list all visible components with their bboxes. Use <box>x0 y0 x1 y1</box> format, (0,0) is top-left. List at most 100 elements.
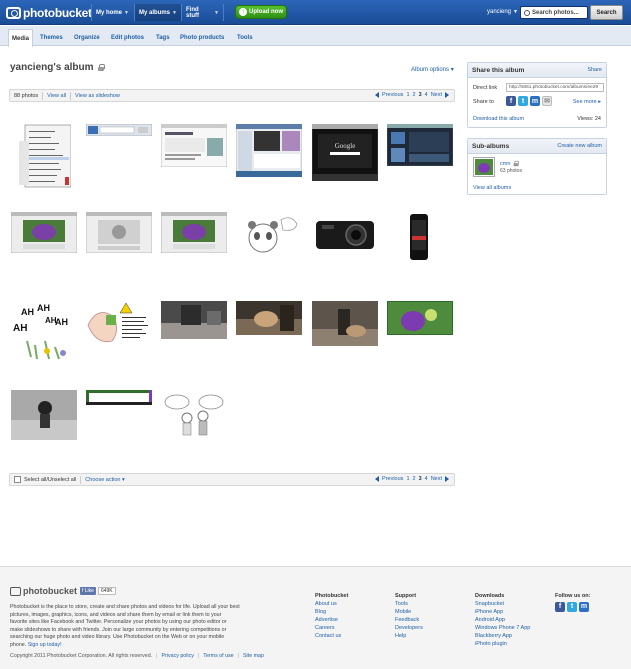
footer-link[interactable]: About us <box>315 600 348 608</box>
page-1-link[interactable]: 1 <box>406 476 409 482</box>
next-link[interactable]: Next <box>431 476 442 482</box>
view-all-albums-link[interactable]: View all albums <box>473 185 511 191</box>
tab-tools[interactable]: Tools <box>234 30 256 46</box>
caret-down-icon[interactable]: ▼ <box>172 10 177 16</box>
previous-arrow-icon[interactable] <box>375 476 380 482</box>
view-slideshow-link[interactable]: View as slideshow <box>75 93 120 99</box>
choose-action-menu[interactable]: Choose action ▾ <box>85 477 124 483</box>
previous-link[interactable]: Previous <box>382 92 403 98</box>
page-4-link[interactable]: 4 <box>425 92 428 98</box>
photo-thumbnail[interactable] <box>161 301 227 339</box>
photo-thumbnail[interactable] <box>161 212 227 253</box>
footer-link[interactable]: Windows Phone 7 App <box>475 624 530 632</box>
footer-link[interactable]: Tools <box>395 600 423 608</box>
direct-link-field[interactable]: http://s861.photobucket.com/albums/ee29 <box>506 83 604 92</box>
previous-arrow-icon[interactable] <box>375 92 380 98</box>
footer-link[interactable]: Mobile <box>395 608 423 616</box>
email-icon[interactable]: ✉ <box>542 96 552 106</box>
footer-link[interactable]: Android App <box>475 616 530 624</box>
photo-thumbnail[interactable] <box>86 212 152 253</box>
sub-album-thumbnail[interactable] <box>473 157 495 177</box>
caret-down-icon[interactable]: ▼ <box>124 10 129 16</box>
footer-logo[interactable]: photobucket <box>10 586 77 596</box>
photo-thumbnail[interactable] <box>312 215 376 253</box>
twitter-icon[interactable]: t <box>567 602 577 612</box>
photo-thumbnail[interactable] <box>11 212 77 253</box>
facebook-icon[interactable]: f <box>506 96 516 106</box>
create-album-link[interactable]: Create new album <box>557 143 602 149</box>
album-options-menu[interactable]: Album options ▾ <box>411 66 454 73</box>
share-link[interactable]: Share <box>587 67 602 73</box>
footer-link[interactable]: Help <box>395 632 423 640</box>
myspace-icon[interactable]: m <box>579 602 589 612</box>
photo-thumbnail[interactable] <box>236 301 302 335</box>
twitter-icon[interactable]: t <box>518 96 528 106</box>
unselect-all-label[interactable]: Unselect all <box>48 477 76 483</box>
tab-photo-products[interactable]: Photo products <box>177 30 227 46</box>
facebook-like-widget[interactable]: f Like 649K <box>80 587 116 595</box>
footer-link[interactable]: Advertise <box>315 616 348 624</box>
footer-link[interactable]: Developers <box>395 624 423 632</box>
tab-tags[interactable]: Tags <box>153 30 173 46</box>
photobucket-logo[interactable]: photobucket <box>6 5 92 20</box>
site-map-link[interactable]: Site map <box>243 653 264 659</box>
next-link[interactable]: Next <box>431 92 442 98</box>
photo-thumbnail[interactable]: Google <box>312 124 378 181</box>
photo-thumbnail[interactable] <box>86 124 152 136</box>
nav-my-home[interactable]: My home ▼ <box>91 4 134 21</box>
search-input[interactable]: Search photos... <box>520 6 588 19</box>
footer-link[interactable]: Feedback <box>395 616 423 624</box>
photo-thumbnail[interactable] <box>387 301 453 335</box>
user-menu[interactable]: yancieng ▼ <box>487 9 518 15</box>
facebook-icon[interactable]: f <box>555 602 565 612</box>
page-4-link[interactable]: 4 <box>425 476 428 482</box>
see-more-link[interactable]: See more ▸ <box>573 99 601 105</box>
photo-thumbnail[interactable] <box>11 390 77 440</box>
search-button[interactable]: Search <box>590 5 623 20</box>
page-2-link[interactable]: 2 <box>413 476 416 482</box>
footer-link[interactable]: iPhone App <box>475 608 530 616</box>
thumbnail-image <box>237 212 301 260</box>
photo-thumbnail[interactable] <box>11 123 71 189</box>
next-arrow-icon[interactable] <box>445 476 449 482</box>
photo-thumbnail[interactable] <box>86 301 152 349</box>
footer-link[interactable]: Contact us <box>315 632 348 640</box>
select-all-label[interactable]: Select all <box>24 477 46 483</box>
photo-thumbnail[interactable] <box>236 124 302 177</box>
select-all-checkbox[interactable] <box>14 476 21 483</box>
myspace-icon[interactable]: m <box>530 96 540 106</box>
footer-link[interactable]: Blackberry App <box>475 632 530 640</box>
tab-edit-photos[interactable]: Edit photos <box>108 30 147 46</box>
terms-of-use-link[interactable]: Terms of use <box>203 653 233 659</box>
photo-thumbnail[interactable]: AH AH AH AH AH <box>11 301 77 363</box>
photo-thumbnail[interactable] <box>86 390 152 405</box>
photo-thumbnail[interactable] <box>312 301 378 346</box>
footer-link[interactable]: Snapbucket <box>475 600 530 608</box>
upload-now-button[interactable]: ↑ Upload now <box>235 5 287 19</box>
page-2-link[interactable]: 2 <box>413 92 416 98</box>
view-all-link[interactable]: View all <box>47 93 66 99</box>
next-arrow-icon[interactable] <box>445 92 449 98</box>
sub-album-name[interactable]: cmn <box>500 161 510 167</box>
footer-link[interactable]: Careers <box>315 624 348 632</box>
tab-media[interactable]: Media <box>8 29 34 47</box>
footer-link[interactable]: iPhoto plugin <box>475 640 530 648</box>
page-1-link[interactable]: 1 <box>406 92 409 98</box>
photo-thumbnail[interactable] <box>404 212 434 262</box>
footer-link[interactable]: Blog <box>315 608 348 616</box>
nav-find-stuff[interactable]: Find stuff ▼ <box>181 4 224 21</box>
download-album-link[interactable]: Download this album <box>473 116 524 122</box>
privacy-policy-link[interactable]: Privacy policy <box>162 653 194 659</box>
signup-link[interactable]: Sign up today! <box>28 642 62 648</box>
thumbnail-image <box>404 212 434 262</box>
album-tabs: Media Themes Organize Edit photos Tags P… <box>0 26 631 47</box>
tab-themes[interactable]: Themes <box>37 30 66 46</box>
photo-thumbnail[interactable] <box>237 212 301 260</box>
photo-thumbnail[interactable] <box>387 124 453 166</box>
nav-my-albums[interactable]: My albums ▼ <box>134 4 181 21</box>
photo-thumbnail[interactable] <box>161 124 227 167</box>
caret-down-icon[interactable]: ▼ <box>214 10 219 16</box>
photo-thumbnail[interactable] <box>161 390 227 438</box>
previous-link[interactable]: Previous <box>382 476 403 482</box>
tab-organize[interactable]: Organize <box>71 30 103 46</box>
